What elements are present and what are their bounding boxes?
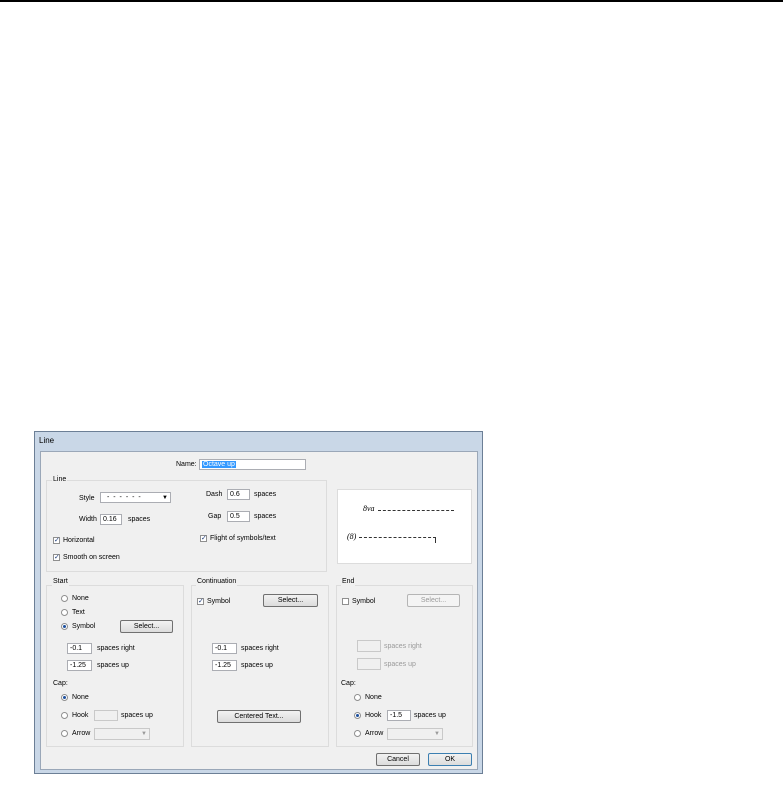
start-text-radio[interactable]	[61, 609, 68, 616]
cancel-button[interactable]: Cancel	[376, 753, 420, 766]
start-text-label: Text	[72, 609, 85, 616]
preview-dashed-line-top	[378, 510, 454, 511]
top-border-line	[0, 0, 783, 2]
line-group-label: Line	[52, 475, 68, 485]
flight-checkbox[interactable]: ✓	[200, 535, 207, 542]
end-cap-hook-radio[interactable]	[354, 712, 361, 719]
name-label: Name:	[176, 461, 197, 468]
continuation-group-label: Continuation	[196, 577, 238, 587]
end-cap-arrow-label: Arrow	[365, 730, 384, 737]
preview-dashed-line-bottom	[359, 537, 436, 538]
start-select-button[interactable]: Select...	[120, 620, 173, 633]
style-label: Style	[79, 495, 95, 502]
end-cap-hook-label: Hook	[365, 712, 382, 719]
chevron-down-icon: ▼	[434, 731, 440, 737]
start-cap-arrow-label: Arrow	[72, 730, 91, 737]
end-cap-arrow-radio[interactable]	[354, 730, 361, 737]
horizontal-label: Horizontal	[63, 537, 95, 544]
end-cap-hook-field[interactable]: -1.5	[387, 710, 411, 721]
width-unit: spaces	[128, 516, 151, 523]
start-up-label: spaces up	[97, 662, 129, 669]
chevron-down-icon: ▼	[141, 731, 147, 737]
line-dialog: Line Name: Octave up Line Style - - - - …	[34, 431, 483, 774]
smooth-label: Smooth on screen	[63, 554, 120, 561]
start-symbol-label: Symbol	[72, 623, 96, 630]
dialog-body: Name: Octave up Line Style - - - - - - ▼…	[40, 451, 478, 770]
flight-label: Flight of symbols/text	[210, 535, 276, 542]
horizontal-checkbox[interactable]: ✓	[53, 537, 60, 544]
end-select-button[interactable]: Select...	[407, 594, 460, 607]
line-preview: 8va (8)	[337, 489, 472, 564]
end-symbol-label: Symbol	[352, 598, 376, 605]
continuation-right-label: spaces right	[241, 645, 279, 652]
start-right-field[interactable]: -0.1	[67, 643, 92, 654]
end-group-label: End	[341, 577, 356, 587]
start-cap-none-radio[interactable]	[61, 694, 68, 701]
continuation-up-field[interactable]: -1.25	[212, 660, 237, 671]
start-cap-hook-label: Hook	[72, 712, 89, 719]
preview-8-text: (8)	[347, 532, 357, 541]
continuation-right-field[interactable]: -0.1	[212, 643, 237, 654]
dash-unit: spaces	[254, 491, 277, 498]
continuation-symbol-label: Symbol	[207, 598, 231, 605]
start-cap-arrow-radio[interactable]	[61, 730, 68, 737]
style-dropdown-value: - - - - - -	[107, 494, 142, 501]
preview-hook	[435, 537, 436, 543]
start-up-field[interactable]: -1.25	[67, 660, 92, 671]
start-none-radio[interactable]	[61, 595, 68, 602]
gap-unit: spaces	[254, 513, 277, 520]
end-up-field[interactable]	[357, 658, 381, 670]
start-none-label: None	[72, 595, 89, 602]
dialog-title: Line	[39, 436, 55, 445]
end-cap-hook-unit: spaces up	[414, 712, 446, 719]
start-symbol-radio[interactable]	[61, 623, 68, 630]
smooth-checkbox[interactable]: ✓	[53, 554, 60, 561]
end-cap-label: Cap:	[341, 680, 356, 687]
start-cap-hook-unit: spaces up	[121, 712, 153, 719]
gap-label: Gap	[208, 513, 222, 520]
start-cap-label: Cap:	[53, 680, 68, 687]
width-label: Width	[79, 516, 97, 523]
dash-label: Dash	[206, 491, 223, 498]
title-bar[interactable]: Line	[35, 432, 482, 450]
continuation-select-button[interactable]: Select...	[263, 594, 318, 607]
dash-field[interactable]: 0.6	[227, 489, 250, 500]
start-group-label: Start	[52, 577, 69, 587]
end-up-label: spaces up	[384, 661, 416, 668]
start-right-label: spaces right	[97, 645, 135, 652]
continuation-symbol-checkbox[interactable]: ✓	[197, 598, 204, 605]
name-field-value: Octave up	[202, 461, 236, 468]
centered-text-button[interactable]: Centered Text...	[217, 710, 301, 723]
end-cap-none-label: None	[365, 694, 382, 701]
end-symbol-checkbox[interactable]	[342, 598, 349, 605]
name-field[interactable]: Octave up	[199, 459, 306, 470]
continuation-up-label: spaces up	[241, 662, 273, 669]
end-right-label: spaces right	[384, 643, 422, 650]
end-right-field[interactable]	[357, 640, 381, 652]
start-cap-arrow-dropdown[interactable]: ▼	[94, 728, 150, 740]
width-field[interactable]: 0.16	[100, 514, 122, 525]
start-cap-hook-field[interactable]	[94, 710, 118, 721]
gap-field[interactable]: 0.5	[227, 511, 250, 522]
chevron-down-icon: ▼	[162, 495, 168, 501]
start-cap-hook-radio[interactable]	[61, 712, 68, 719]
end-cap-arrow-dropdown[interactable]: ▼	[387, 728, 443, 740]
style-dropdown[interactable]: - - - - - - ▼	[100, 492, 171, 503]
start-cap-none-label: None	[72, 694, 89, 701]
end-cap-none-radio[interactable]	[354, 694, 361, 701]
preview-8va-text: 8va	[363, 504, 375, 513]
ok-button[interactable]: OK	[428, 753, 472, 766]
